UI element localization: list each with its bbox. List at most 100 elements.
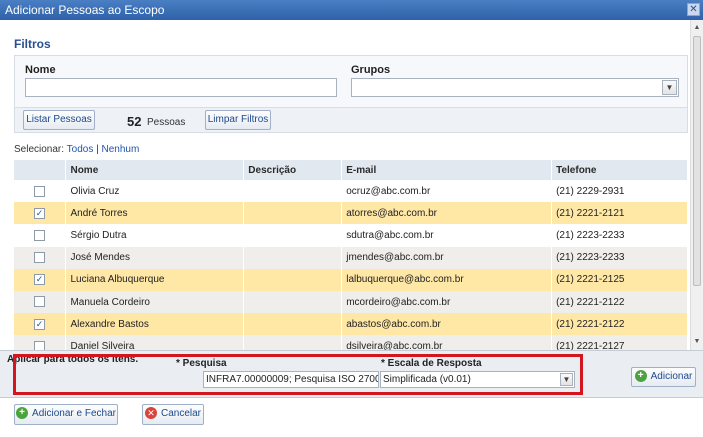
table-row[interactable]: José Mendes jmendes@abc.com.br (21) 2223-2…	[14, 246, 688, 269]
table-row[interactable]: Olivia Cruz ocruz@abc.com.br (21) 2229-293…	[14, 180, 688, 203]
row-phone: (21) 2221-2122	[551, 313, 688, 336]
row-checkbox[interactable]	[34, 229, 45, 241]
table-row[interactable]: Manuela Cordeiro mcordeiro@abc.com.br (21)…	[14, 290, 688, 314]
row-checkbox-cell: ✓	[14, 202, 67, 225]
table-row[interactable]: ✓ Alexandre Bastos abastos@abc.com.br (21) …	[14, 313, 688, 336]
plus-circle-icon: +	[634, 370, 647, 383]
clear-filters-button[interactable]: Limpar Filtros	[205, 110, 271, 130]
chevron-down-icon[interactable]: ▼	[662, 80, 677, 95]
row-email: atorres@abc.com.br	[341, 202, 553, 225]
row-email: dsilveira@abc.com.br	[341, 335, 553, 350]
people-count: 52	[127, 114, 142, 129]
select-none-link[interactable]: Nenhum	[102, 144, 140, 155]
row-phone: (21) 2229-2931	[551, 180, 688, 203]
row-description	[243, 180, 343, 203]
row-phone: (21) 2221-2121	[551, 202, 688, 225]
highlight-box: * Pesquisa INFRA7.00000009; Pesquisa ISO…	[13, 354, 583, 395]
table-row[interactable]: ✓ André Torres atorres@abc.com.br (21) 2221…	[14, 202, 688, 225]
table-row[interactable]: Daniel Silveira dsilveira@abc.com.br (21) …	[14, 335, 688, 350]
row-description	[243, 202, 343, 225]
row-email: sdutra@abc.com.br	[341, 224, 553, 247]
row-checkbox-cell: ✓	[14, 313, 67, 336]
content-area: Filtros Nome Grupos ▼ Listar Pessoas 52 …	[0, 20, 690, 350]
row-phone: (21) 2221-2127	[551, 335, 688, 350]
survey-value: INFRA7.00000009; Pesquisa ISO 27002; 1,0…	[206, 374, 378, 385]
add-button-label: Adicionar	[650, 371, 693, 382]
add-button[interactable]: + Adicionar	[631, 367, 696, 387]
table-body: Olivia Cruz ocruz@abc.com.br (21) 2229-293…	[14, 180, 688, 350]
row-checkbox-cell	[14, 180, 67, 203]
header-description[interactable]: Descrição	[243, 160, 343, 180]
row-name: Luciana Albuquerque	[65, 268, 245, 291]
scroll-up-icon[interactable]: ▲	[691, 22, 703, 34]
row-name: André Torres	[65, 202, 245, 225]
select-all-link[interactable]: Todos	[67, 144, 94, 155]
filters-title: Filtros	[14, 37, 51, 51]
scale-select[interactable]: Simplificada (v0.01) ▼	[380, 371, 575, 388]
row-email: mcordeiro@abc.com.br	[341, 290, 553, 314]
list-people-button[interactable]: Listar Pessoas	[23, 110, 95, 130]
cancel-button[interactable]: ✕ Cancelar	[142, 404, 204, 425]
table-row[interactable]: Sérgio Dutra sdutra@abc.com.br (21) 2223-2…	[14, 224, 688, 247]
row-checkbox[interactable]	[34, 185, 45, 197]
table-row[interactable]: ✓ Luciana Albuquerque lalbuquerque@abc.com…	[14, 268, 688, 291]
row-description	[243, 335, 343, 350]
survey-input[interactable]: INFRA7.00000009; Pesquisa ISO 27002; 1,0…	[203, 371, 379, 388]
row-description	[243, 268, 343, 291]
people-count-label: Pessoas	[147, 117, 186, 128]
row-checkbox[interactable]	[34, 340, 45, 350]
row-description	[243, 290, 343, 314]
cancel-circle-icon: ✕	[144, 407, 157, 420]
name-input[interactable]	[25, 78, 337, 97]
row-phone: (21) 2221-2122	[551, 290, 688, 314]
row-description	[243, 224, 343, 247]
selection-separator: |	[96, 144, 99, 155]
row-checkbox[interactable]: ✓	[34, 274, 45, 286]
row-checkbox-cell	[14, 290, 67, 314]
row-checkbox[interactable]: ✓	[34, 318, 45, 330]
row-phone: (21) 2223-2233	[551, 246, 688, 269]
row-name: Olivia Cruz	[65, 180, 245, 203]
chevron-down-icon[interactable]: ▼	[560, 373, 573, 386]
groups-select[interactable]: ▼	[351, 78, 679, 97]
row-name: Alexandre Bastos	[65, 313, 245, 336]
row-checkbox-cell	[14, 224, 67, 247]
row-checkbox[interactable]	[34, 296, 45, 308]
table-header-row: Nome Descrição E-mail Telefone	[14, 160, 688, 180]
row-email: jmendes@abc.com.br	[341, 246, 553, 269]
scale-label: * Escala de Resposta	[381, 358, 482, 369]
row-name: Sérgio Dutra	[65, 224, 245, 247]
row-phone: (21) 2223-2233	[551, 224, 688, 247]
row-email: lalbuquerque@abc.com.br	[341, 268, 553, 291]
header-name[interactable]: Nome	[65, 160, 245, 180]
header-checkbox	[14, 160, 67, 180]
close-icon[interactable]: ✕	[687, 3, 700, 16]
apply-bar: Aplicar para todos os itens. * Pesquisa …	[0, 350, 703, 398]
row-checkbox-cell	[14, 335, 67, 350]
groups-label: Grupos	[351, 64, 391, 76]
header-phone[interactable]: Telefone	[551, 160, 688, 180]
row-checkbox[interactable]	[34, 252, 45, 264]
scale-value: Simplificada (v0.01)	[383, 374, 471, 385]
row-description	[243, 313, 343, 336]
selection-prefix: Selecionar:	[14, 144, 65, 155]
row-phone: (21) 2221-2125	[551, 268, 688, 291]
row-checkbox-cell: ✓	[14, 268, 67, 291]
window-title: Adicionar Pessoas ao Escopo	[5, 3, 165, 17]
content-scrollbar[interactable]: ▲ ▼	[690, 20, 703, 350]
row-checkbox-cell	[14, 246, 67, 269]
row-name: Manuela Cordeiro	[65, 290, 245, 314]
header-email[interactable]: E-mail	[341, 160, 553, 180]
row-description	[243, 246, 343, 269]
row-checkbox[interactable]: ✓	[34, 207, 45, 219]
add-and-close-button[interactable]: + Adicionar e Fechar	[14, 404, 118, 425]
add-and-close-label: Adicionar e Fechar	[32, 408, 116, 419]
row-email: ocruz@abc.com.br	[341, 180, 553, 203]
scrollbar-thumb[interactable]	[693, 36, 701, 286]
people-table: Nome Descrição E-mail Telefone Olivia Cr…	[14, 160, 688, 350]
plus-circle-icon: +	[16, 407, 29, 420]
scroll-down-icon[interactable]: ▼	[691, 336, 703, 348]
list-toolbar: Listar Pessoas 52 Pessoas Limpar Filtros	[14, 107, 688, 133]
row-email: abastos@abc.com.br	[341, 313, 553, 336]
survey-label: * Pesquisa	[176, 358, 227, 369]
